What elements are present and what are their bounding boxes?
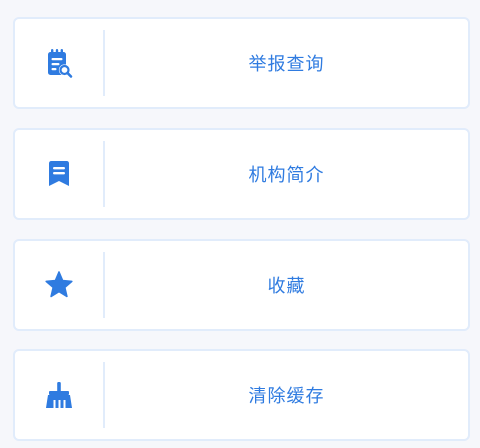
menu-label-favorites: 收藏 [267,276,306,297]
agency-intro-button[interactable]: 机构简介 [13,128,470,220]
favorites-button[interactable]: 收藏 [13,239,470,331]
menu-label-report-query: 举报查询 [248,54,325,75]
report-query-button[interactable]: 举报查询 [13,17,470,109]
broom-icon [15,351,103,439]
menu-list: 举报查询 机构简介 收藏 清除缓存 [0,0,480,448]
star-icon [15,241,103,329]
clear-cache-button[interactable]: 清除缓存 [13,349,470,441]
report-search-icon [15,19,103,107]
menu-label-clear-cache: 清除缓存 [248,386,325,407]
bookmark-doc-icon [15,130,103,218]
menu-label-agency-intro: 机构简介 [248,165,325,186]
